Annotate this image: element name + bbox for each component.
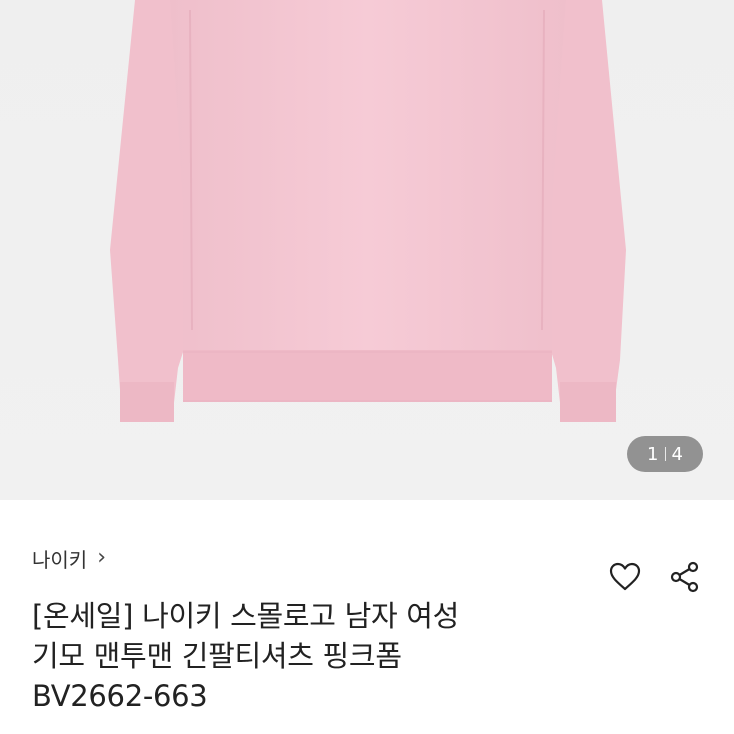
product-title-line-3: BV2662-663: [32, 679, 208, 713]
product-title: [온세일] 나이키 스몰로고 남자 여성 기모 맨투맨 긴팔티셔츠 핑크폼 BV…: [32, 596, 592, 716]
image-counter-current: 1: [647, 443, 659, 465]
image-counter-divider: [664, 447, 666, 461]
share-button[interactable]: [666, 558, 704, 596]
product-image-gallery[interactable]: 1 4: [0, 0, 734, 500]
product-page: 1 4 나이키 › [온세일] 나이키 스몰로고 남자 여성 기모 맨투맨 긴팔…: [0, 0, 734, 734]
image-counter-total: 4: [671, 443, 683, 465]
share-icon: [670, 561, 699, 593]
image-counter: 1 4: [627, 436, 703, 472]
brand-name: 나이키: [32, 548, 88, 572]
product-title-line-1: [온세일] 나이키 스몰로고 남자 여성: [32, 599, 460, 633]
wishlist-button[interactable]: [606, 558, 644, 596]
product-actions: [606, 558, 704, 596]
heart-icon: [609, 562, 641, 591]
product-title-line-2: 기모 맨투맨 긴팔티셔츠 핑크폼: [32, 639, 402, 673]
brand-link[interactable]: 나이키 ›: [32, 544, 106, 573]
chevron-right-icon: ›: [97, 545, 107, 570]
product-image: [110, 0, 626, 422]
product-info: 나이키 › [온세일] 나이키 스몰로고 남자 여성 기모 맨투맨 긴팔티셔츠 …: [0, 500, 734, 734]
